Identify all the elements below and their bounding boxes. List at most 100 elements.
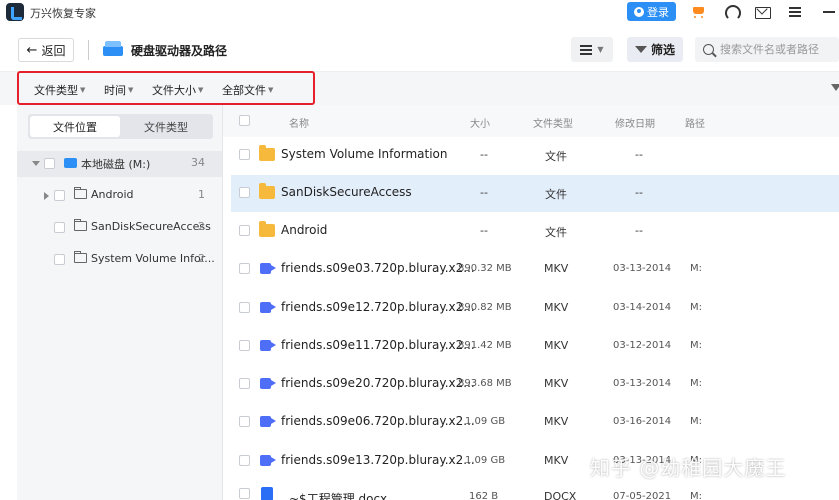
checkbox[interactable] [54,222,65,233]
file-date: 03-16-2014 [613,416,672,427]
filter-label: 筛选 [650,43,675,57]
tab-file-type[interactable]: 文件类型 [121,116,211,137]
arrow-left-icon: ← [26,42,38,58]
disk-icon [64,158,77,168]
login-button[interactable]: 登录 [627,2,676,21]
tree-item-count: 34 [191,156,205,169]
folder-icon [74,251,87,263]
funnel-icon[interactable] [831,84,839,91]
folder-icon [74,219,87,231]
headset-icon[interactable] [722,3,741,21]
table-row[interactable]: Android -- 文件 -- [231,213,839,250]
select-all-checkbox[interactable] [239,115,250,126]
folder-icon [74,187,87,199]
file-type: MKV [544,454,569,467]
tree-item-label: SanDiskSecureAccess [91,220,211,233]
checkbox[interactable] [239,340,250,351]
table-row[interactable]: friends.s09e12.720p.bluray.x2... 890.82 … [231,290,839,327]
file-size: 162 B [469,491,499,500]
file-type: MKV [544,301,569,314]
table-row[interactable]: friends.s09e03.720p.bluray.x2... 890.32 … [231,251,839,288]
page-title: 硬盘驱动器及路径 [131,44,228,58]
table-row[interactable]: friends.s09e11.720p.bluray.x2... 891.42 … [231,328,839,365]
tree-item-system-volume[interactable]: System Volume Infor... 2 [17,247,222,273]
video-icon [260,302,271,313]
file-path: M: [690,263,702,274]
checkbox[interactable] [239,302,250,313]
search-icon [703,44,714,55]
file-name: friends.s09e06.720p.bluray.x2... [281,414,475,428]
column-header-date[interactable]: 修改日期 [615,115,655,130]
file-size: 1.09 GB [465,455,506,466]
video-icon [260,340,271,351]
file-name: SanDiskSecureAccess [281,185,412,199]
file-date: -- [635,224,643,237]
table-row[interactable]: ~$工程管理.docx 162 B DOCX 07-05-2021 M: [231,481,839,500]
app-title: 万兴恢复专家 [30,7,96,20]
checkbox[interactable] [239,187,250,198]
checkbox[interactable] [239,225,250,236]
file-path: M: [690,340,702,351]
checkbox[interactable] [239,378,250,389]
file-size: 893.68 MB [458,378,512,389]
file-date: -- [635,148,643,161]
column-header-size[interactable]: 大小 [470,115,490,130]
file-size: 1.09 GB [465,416,506,427]
column-header-name[interactable]: 名称 [289,115,309,130]
file-name: friends.s09e03.720p.bluray.x2... [281,261,475,275]
table-header [223,105,839,137]
menu-icon[interactable] [786,3,804,21]
checkbox[interactable] [239,149,250,160]
tree-item-local-disk[interactable]: 本地磁盘 (M:) 34 [17,151,222,177]
file-type: 文件 [545,226,567,239]
checkbox[interactable] [239,488,250,499]
file-type: MKV [544,377,569,390]
filter-highlight-box [17,71,315,105]
tree-item-android[interactable]: Android 1 [17,183,222,209]
title-bar: 万兴恢复专家 登录 [0,0,839,24]
file-size: -- [480,186,488,199]
file-size: -- [480,224,488,237]
file-date: -- [635,186,643,199]
cart-icon[interactable] [690,3,708,21]
table-row[interactable]: friends.s09e06.720p.bluray.x2... 1.09 GB… [231,404,839,441]
file-date: 03-13-2014 [613,378,672,389]
file-size: 891.42 MB [458,340,512,351]
checkbox[interactable] [54,254,65,265]
tree-item-label: System Volume Infor... [91,252,215,265]
filter-button[interactable]: 筛选 [627,37,683,62]
back-button[interactable]: ← 返回 [18,38,74,62]
file-name: friends.s09e13.720p.bluray.x2... [281,453,475,467]
user-icon [634,6,644,17]
column-header-type[interactable]: 文件类型 [533,115,573,130]
view-mode-button[interactable]: ▼ [571,37,613,62]
table-row[interactable]: System Volume Information -- 文件 -- [231,137,839,174]
table-row[interactable]: friends.s09e20.720p.bluray.x2... 893.68 … [231,366,839,403]
checkbox[interactable] [54,190,65,201]
file-name: friends.s09e11.720p.bluray.x2... [281,338,475,352]
file-type: 文件 [545,150,567,163]
file-path: M: [690,378,702,389]
minimize-button[interactable] [817,0,839,24]
checkbox[interactable] [44,158,55,169]
caret-right-icon[interactable] [44,192,49,200]
mail-icon[interactable] [753,3,771,21]
file-date: 03-13-2014 [613,263,672,274]
checkbox[interactable] [239,455,250,466]
search-input[interactable] [720,43,830,56]
file-type: MKV [544,262,569,275]
video-icon [260,455,271,466]
list-view-icon [580,44,593,55]
search-box[interactable] [695,37,839,62]
tab-file-location[interactable]: 文件位置 [30,116,120,137]
checkbox[interactable] [239,263,250,274]
file-name: System Volume Information [281,147,448,161]
checkbox[interactable] [239,416,250,427]
caret-down-icon[interactable] [32,161,40,166]
table-row[interactable]: SanDiskSecureAccess -- 文件 -- [231,175,839,212]
folder-icon [259,183,275,199]
column-header-path[interactable]: 路径 [685,115,705,130]
file-date: 07-05-2021 [613,491,672,500]
file-path: M: [690,491,702,500]
tree-item-sandisk[interactable]: SanDiskSecureAccess 2 [17,215,222,241]
